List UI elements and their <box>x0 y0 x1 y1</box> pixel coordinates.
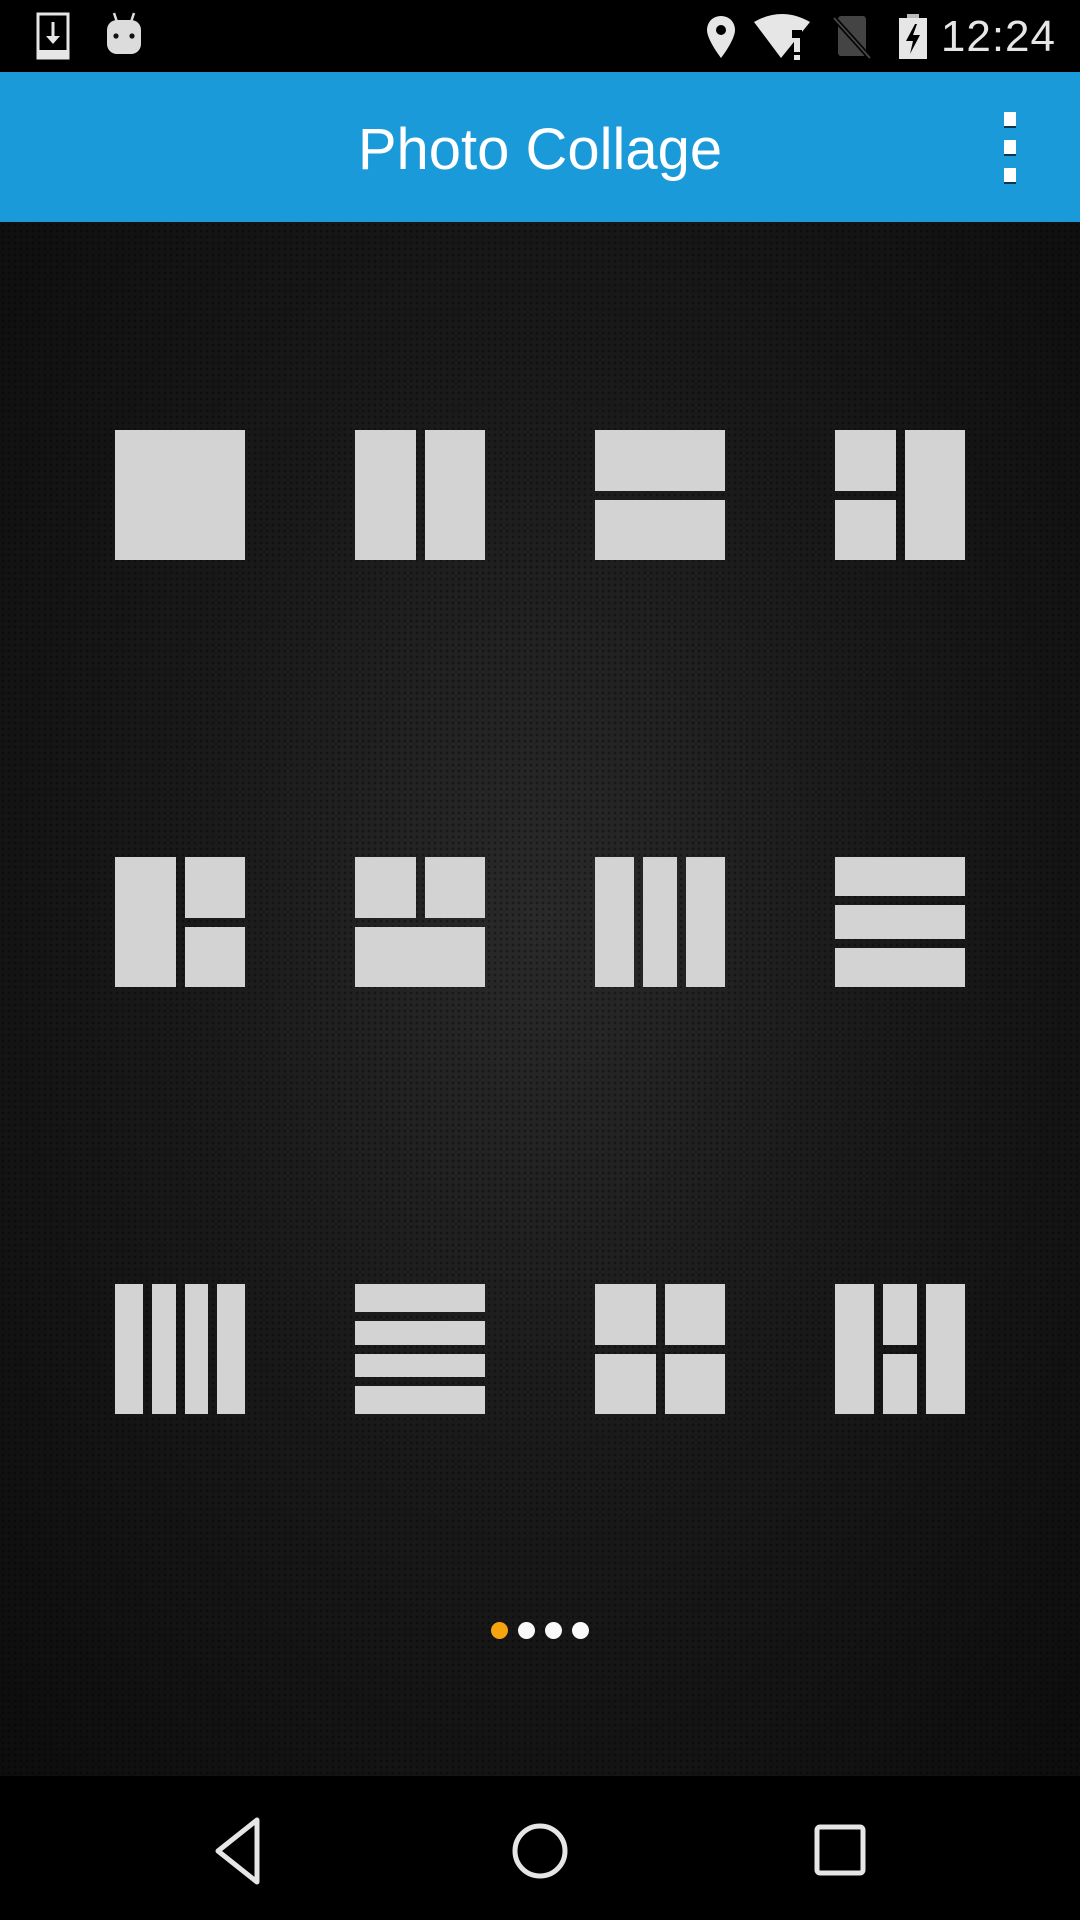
download-notification-icon <box>36 12 70 60</box>
layout-cell <box>882 1284 918 1345</box>
layout-cell <box>184 857 245 918</box>
layout-cell <box>184 926 245 987</box>
layout-option-layout-4-grid[interactable] <box>595 1284 725 1414</box>
layout-cell <box>664 1284 725 1345</box>
layout-cell <box>184 1284 208 1414</box>
layout-grid <box>0 222 1080 1776</box>
layout-cell <box>355 926 485 987</box>
layout-option-layout-3-top-split[interactable] <box>355 857 485 987</box>
layout-cell <box>424 857 485 918</box>
layout-cell <box>355 1321 485 1345</box>
status-bar: 12:24 <box>0 0 1080 72</box>
layout-cell <box>152 1284 176 1414</box>
no-sim-icon <box>832 16 872 60</box>
layout-option-layout-3-columns[interactable] <box>595 857 725 987</box>
page-dot-active[interactable] <box>491 1622 508 1639</box>
page-dot[interactable] <box>572 1622 589 1639</box>
layout-cell <box>355 1284 485 1312</box>
navigation-bar <box>0 1776 1080 1920</box>
recents-icon[interactable] <box>790 1806 890 1896</box>
layout-cell <box>835 857 965 896</box>
layout-cell <box>115 430 245 560</box>
layout-option-layout-2-rows[interactable] <box>595 430 725 560</box>
layout-cell <box>904 430 965 560</box>
layout-cell <box>835 904 965 940</box>
layout-cell <box>835 1284 874 1414</box>
layout-option-layout-3-left-split[interactable] <box>835 430 965 560</box>
page-dot[interactable] <box>545 1622 562 1639</box>
home-icon[interactable] <box>490 1806 590 1896</box>
location-icon <box>707 16 735 58</box>
layout-cell <box>642 857 678 987</box>
layout-cell <box>217 1284 245 1414</box>
layout-cell <box>355 1353 485 1377</box>
layout-option-layout-4-columns[interactable] <box>115 1284 245 1414</box>
layout-option-layout-2-columns[interactable] <box>355 430 485 560</box>
layout-cell <box>882 1353 918 1414</box>
clock: 12:24 <box>940 12 1056 61</box>
layout-option-layout-4-rows[interactable] <box>355 1284 485 1414</box>
layout-cell <box>664 1353 725 1414</box>
app-bar: Photo Collage <box>0 72 1080 222</box>
layout-cell <box>355 1386 485 1414</box>
wifi-no-internet-icon <box>754 14 810 60</box>
layout-cell <box>835 499 896 560</box>
layout-cell <box>595 1284 656 1345</box>
layout-cell <box>355 430 416 560</box>
layout-cell <box>115 857 176 987</box>
layout-cell <box>115 1284 143 1414</box>
layout-option-layout-3-right-split[interactable] <box>115 857 245 987</box>
layout-cell <box>595 499 725 560</box>
app-title: Photo Collage <box>357 117 723 182</box>
page-indicator <box>0 1622 1080 1639</box>
layout-option-layout-3-rows[interactable] <box>835 857 965 987</box>
layout-cell <box>595 1353 656 1414</box>
page-dot[interactable] <box>518 1622 535 1639</box>
layout-cell <box>835 430 896 491</box>
layout-cell <box>926 1284 965 1414</box>
layout-cell <box>355 857 416 918</box>
layout-option-layout-4-middle-split[interactable] <box>835 1284 965 1414</box>
android-notification-icon <box>107 12 141 54</box>
back-icon[interactable] <box>190 1806 290 1896</box>
layout-cell <box>835 948 965 987</box>
battery-charging-icon <box>899 14 927 59</box>
more-vert-icon[interactable] <box>990 112 1030 184</box>
layout-option-layout-1-single[interactable] <box>115 430 245 560</box>
layout-cell <box>424 430 485 560</box>
layout-cell <box>686 857 725 987</box>
layout-cell <box>595 857 634 987</box>
layout-cell <box>595 430 725 491</box>
